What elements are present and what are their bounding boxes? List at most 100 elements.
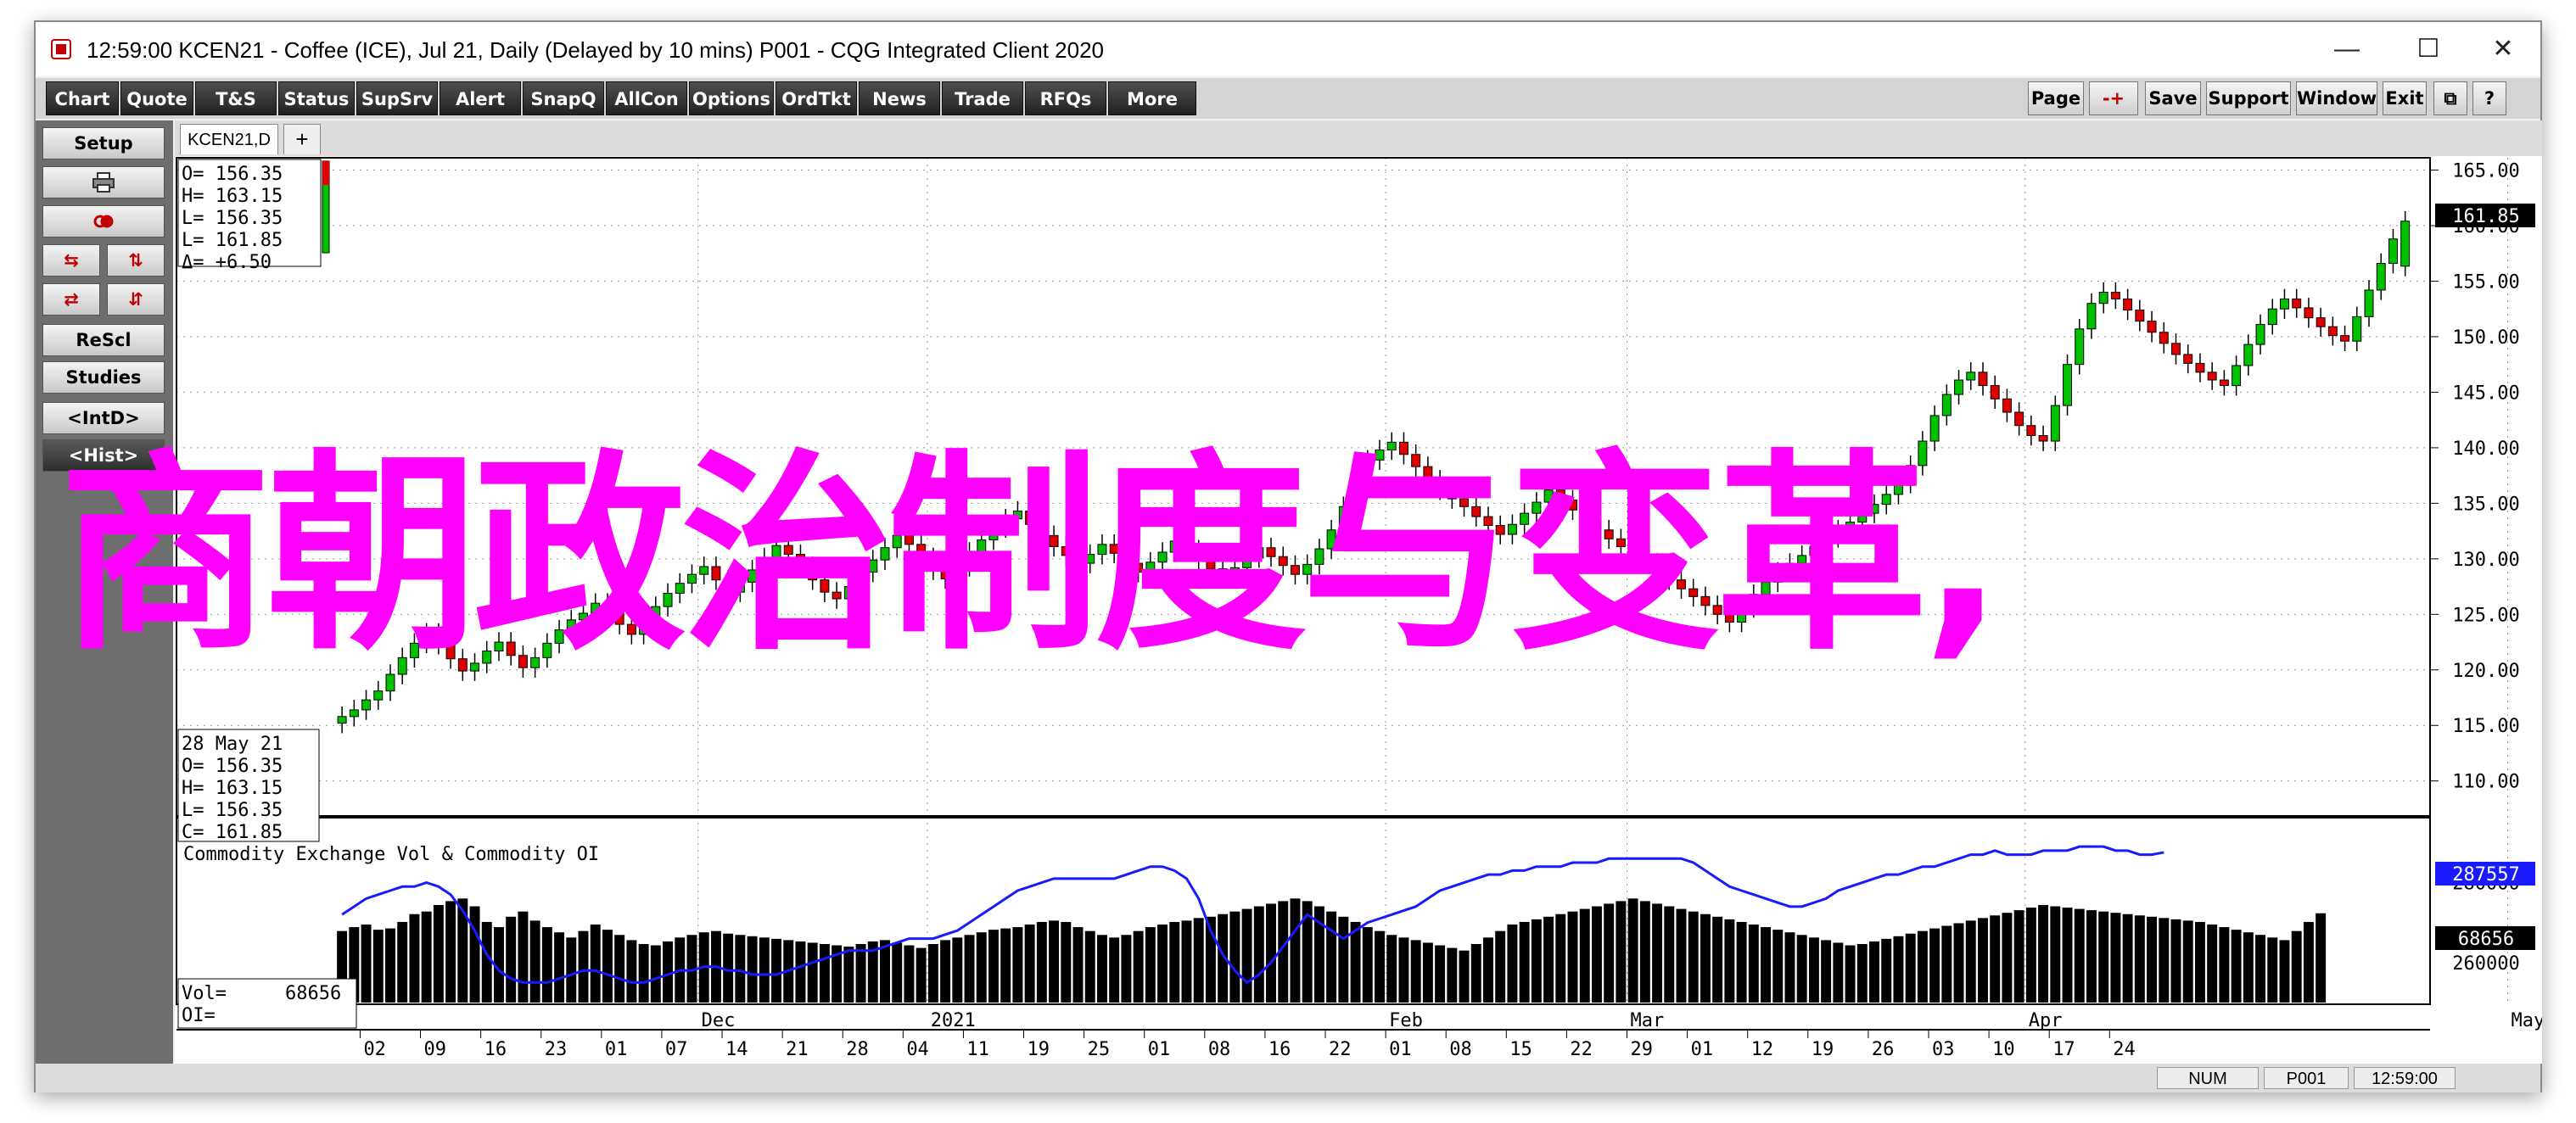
date-tick-label: 11: [966, 1039, 989, 1060]
volume-bar: [1375, 930, 1385, 1003]
candle-body: [2075, 328, 2085, 366]
volume-bar: [541, 927, 552, 1003]
help-icon[interactable]: ?: [2472, 81, 2506, 115]
page-button[interactable]: Page: [2028, 81, 2084, 115]
volume-bar: [759, 937, 770, 1003]
add-tab-button[interactable]: +: [283, 124, 321, 154]
volume-bar: [1652, 903, 1663, 1003]
volume-bar: [1012, 927, 1023, 1003]
volume-bar: [952, 937, 963, 1003]
volume-bar: [1555, 913, 1566, 1003]
volume-bar: [1169, 921, 1180, 1003]
candle-body: [2183, 354, 2193, 364]
date-tick-label: 01: [1148, 1039, 1171, 1060]
candle-body: [2159, 332, 2169, 344]
window-button[interactable]: Window: [2296, 81, 2377, 115]
volume-bar: [1953, 923, 1964, 1003]
intraday-button[interactable]: <IntD>: [42, 402, 165, 434]
candle-body: [2171, 343, 2181, 355]
print-button[interactable]: [42, 166, 165, 198]
title-bar: 12:59:00 KCEN21 - Coffee (ICE), Jul 21, …: [36, 22, 2540, 76]
volume-bar: [1459, 950, 1470, 1003]
volume-bar: [397, 921, 408, 1003]
date-tick-label: 16: [484, 1039, 507, 1060]
trade-button[interactable]: Trade: [942, 81, 1023, 115]
compress-horizontal-icon[interactable]: ⇄: [42, 283, 100, 316]
scroll-up-down-icon[interactable]: ⇅: [107, 244, 165, 277]
volume-bar: [1157, 925, 1168, 1003]
volume-bar: [1072, 927, 1084, 1003]
volume-bar: [1700, 913, 1711, 1003]
date-tick-label: 23: [545, 1039, 568, 1060]
candle-body: [2327, 326, 2338, 337]
volume-bar: [1965, 920, 1976, 1003]
scroll-left-right-icon[interactable]: ⇆: [42, 244, 100, 277]
setup-button[interactable]: Setup: [42, 127, 165, 159]
support-button[interactable]: Support: [2206, 81, 2291, 115]
volume-bar: [1145, 927, 1156, 1003]
snapq-button[interactable]: SnapQ: [523, 81, 604, 115]
alert-button[interactable]: Alert: [440, 81, 521, 115]
status-button[interactable]: Status: [278, 81, 355, 115]
volume-bar: [2243, 932, 2254, 1003]
rfqs-button[interactable]: RFQs: [1025, 81, 1106, 115]
price-tick-label: 130.00: [2452, 550, 2519, 571]
news-button[interactable]: News: [859, 81, 940, 115]
vol-current-label: 68656: [2458, 929, 2514, 950]
ordtkt-button[interactable]: OrdTkt: [776, 81, 857, 115]
volume-bar: [445, 901, 456, 1003]
rescale-button[interactable]: ReScl: [42, 324, 165, 356]
clock-indicator: 12:59:00: [2354, 1067, 2456, 1089]
maximize-button[interactable]: ☐: [2388, 29, 2469, 70]
quote-button[interactable]: Quote: [120, 81, 193, 115]
ohlc-last: L= 161.85: [182, 230, 283, 251]
studies-button[interactable]: Studies: [42, 361, 165, 394]
date-tick-label: 22: [1570, 1039, 1593, 1060]
app-logo-icon: [51, 39, 71, 59]
restore-icon[interactable]: ⧉: [2433, 81, 2467, 115]
options-button[interactable]: Options: [689, 81, 774, 115]
exit-button[interactable]: Exit: [2383, 81, 2427, 115]
link-button[interactable]: [42, 205, 165, 237]
volume-bar: [602, 930, 613, 1003]
volume-bar: [1519, 921, 1530, 1003]
month-label: Dec: [702, 1010, 736, 1031]
month-label: Feb: [1389, 1010, 1423, 1031]
volume-bar: [1507, 925, 1518, 1003]
save-button[interactable]: Save: [2145, 81, 2201, 115]
minimize-button[interactable]: —: [2306, 29, 2388, 70]
volume-bar: [518, 911, 529, 1003]
volume-bar: [1724, 919, 1735, 1003]
volume-bar: [2134, 915, 2145, 1003]
candle-body: [2340, 335, 2350, 342]
volume-bar: [1253, 906, 1264, 1003]
date-tick-label: 01: [1389, 1039, 1412, 1060]
date-tick-label: 07: [665, 1039, 688, 1060]
volume-bar: [892, 942, 903, 1003]
volume-bar: [1676, 908, 1687, 1003]
date-tick-label: 02: [363, 1039, 386, 1060]
date-tick-label: 28: [846, 1039, 869, 1060]
candle-body: [2388, 238, 2398, 265]
chart-button[interactable]: Chart: [46, 81, 119, 115]
supsrv-button[interactable]: SupSrv: [356, 81, 438, 115]
tab-kcen21[interactable]: KCEN21,D: [180, 124, 278, 154]
volume-bar: [481, 921, 492, 1003]
close-button[interactable]: ✕: [2462, 29, 2544, 70]
compress-vertical-icon[interactable]: ⇵: [107, 283, 165, 316]
volume-bar: [1543, 916, 1554, 1003]
zoom-button[interactable]: -+: [2089, 81, 2138, 115]
volume-bar: [1856, 944, 1868, 1003]
volume-bar: [361, 925, 372, 1003]
volume-bar: [843, 947, 854, 1003]
volume-bar: [1241, 908, 1252, 1003]
allcon-button[interactable]: AllCon: [606, 81, 687, 115]
price-tick-label: 120.00: [2452, 661, 2519, 682]
more-button[interactable]: More: [1108, 81, 1196, 115]
candle-body: [2050, 405, 2060, 442]
time-and-sales-button[interactable]: T&S: [195, 81, 277, 115]
candle-body: [2316, 317, 2326, 327]
volume-bar: [2086, 910, 2097, 1003]
candle-body: [2207, 372, 2217, 381]
volume-bar: [2002, 913, 2013, 1003]
